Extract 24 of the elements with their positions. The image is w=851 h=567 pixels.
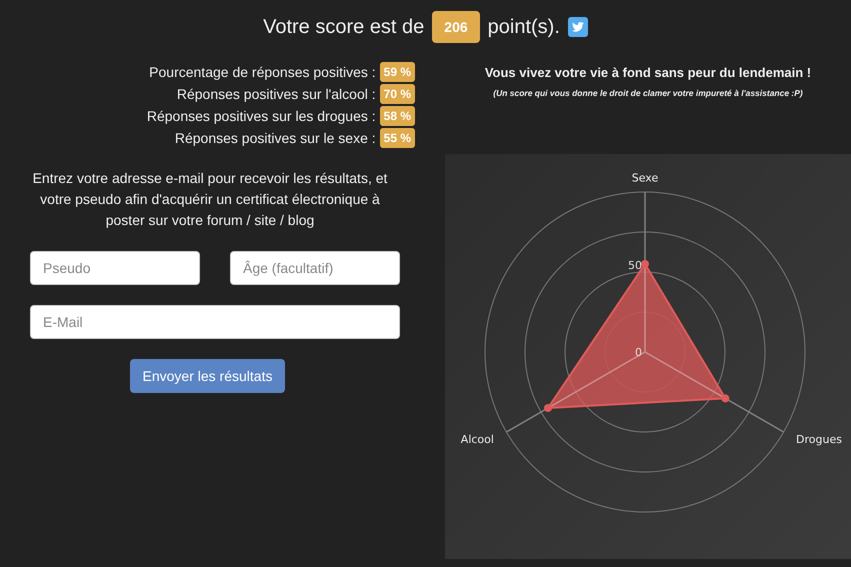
input-field[interactable]: Pseudo: [30, 251, 200, 285]
axis-label: Drogues: [796, 433, 842, 446]
input-field[interactable]: Âge (facultatif): [230, 251, 400, 285]
stat-label: Réponses positives sur l'alcool :: [176, 86, 376, 102]
score-badge: 206: [432, 11, 480, 43]
form-instructions: Entrez votre adresse e-mail pour recevoir les résultats, et votre pseudo afin d'acquérir un certificat électronique à poster sur votre forum / site / blog: [32, 169, 388, 230]
percent-badge: 70 %: [380, 84, 415, 104]
score-unit: point(s).: [488, 16, 560, 38]
stat-label: Pourcentage de réponses positives :: [149, 64, 376, 80]
axis-label: Alcool: [460, 433, 494, 446]
input-field[interactable]: E-Mail: [30, 305, 400, 339]
tick-label: 50: [628, 259, 642, 272]
stat-label: Réponses positives sur les drogues :: [146, 108, 376, 124]
percent-badge: 55 %: [380, 128, 415, 148]
percent-badge: 59 %: [380, 62, 415, 82]
bird-icon[interactable]: [568, 17, 588, 37]
tick-label: 0: [635, 346, 642, 359]
stat-label: Réponses positives sur le sexe :: [174, 130, 376, 146]
submit-button[interactable]: Envoyer les résultats: [130, 359, 286, 393]
verdict-title: Vous vivez votre vie à fond sans peur du lendemain !: [484, 65, 812, 80]
axis-label: Sexe: [632, 172, 658, 185]
percent-badge: 58 %: [380, 106, 415, 126]
verdict-subtitle: (Un score qui vous donne le droit de clamer votre impureté à l'assistance :P): [493, 88, 803, 98]
score-heading: Votre score est de: [263, 16, 424, 38]
